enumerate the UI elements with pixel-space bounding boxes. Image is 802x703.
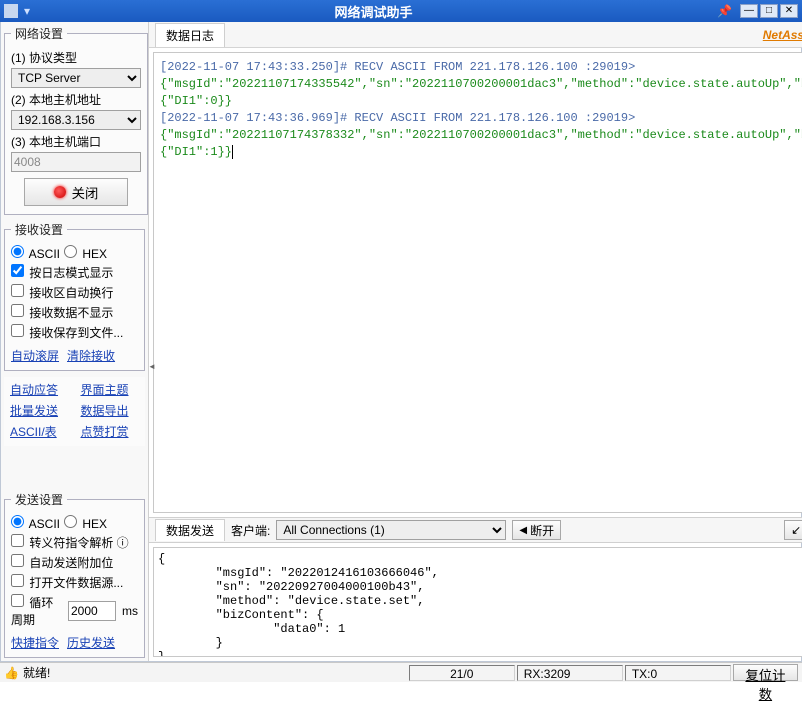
app-icon [4,4,18,18]
client-select[interactable]: All Connections (1) [276,520,506,540]
recv-ascii-radio[interactable]: ASCII [11,245,60,261]
client-label: 客户端: [231,522,270,539]
send-ascii-radio[interactable]: ASCII [11,515,60,531]
recv-logmode-check[interactable]: 按日志模式显示 [11,264,113,281]
port-input[interactable] [11,152,141,172]
recv-hex-radio[interactable]: HEX [64,245,107,261]
status-ready: 就绪! [23,664,50,681]
ascii-table-link[interactable]: ASCII/表 [10,423,69,440]
disconnect-button[interactable]: ◀断开 [512,520,561,540]
toggle-connection-button[interactable]: 关闭 [24,178,128,206]
recv-settings-panel: 接收设置 ASCII HEX 按日志模式显示 接收区自动换行 接收数据不显示 接… [4,221,145,371]
toggle-connection-label: 关闭 [72,183,99,202]
status-dot-icon [54,186,66,198]
status-rx: RX:3209 [517,665,623,681]
history-send-link[interactable]: 历史发送 [67,634,115,651]
protocol-label: (1) 协议类型 [11,49,141,66]
status-ratio: 21/0 [409,665,515,681]
arrow-down-icon: ↙ [791,523,801,537]
quick-cmd-link[interactable]: 快捷指令 [11,634,59,651]
window-title: 网络调试助手 [30,2,717,21]
auto-reply-link[interactable]: 自动应答 [10,381,69,398]
left-panel: 网络设置 (1) 协议类型 TCP Server (2) 本地主机地址 192.… [1,22,149,661]
log-line: [2022-11-07 17:43:36.969]# RECV ASCII FR… [160,111,635,125]
protocol-select[interactable]: TCP Server [11,68,141,88]
pin-icon[interactable]: 📌 [717,4,732,18]
send-settings-panel: 发送设置 ASCII HEX 转义符指令解析 ⓘ 自动发送附加位 打开文件数据源… [4,491,145,658]
network-settings-panel: 网络设置 (1) 协议类型 TCP Server (2) 本地主机地址 192.… [4,25,148,215]
close-button[interactable]: ✕ [780,4,798,18]
send-hex-radio[interactable]: HEX [64,515,107,531]
batch-send-link[interactable]: 批量发送 [10,402,69,419]
tip-link[interactable]: 点赞打赏 [81,423,140,440]
host-label: (2) 本地主机地址 [11,91,141,108]
log-line: {"msgId":"20221107174378332","sn":"20221… [160,128,802,159]
tab-data-log[interactable]: 数据日志 [155,23,225,47]
clear-left-button[interactable]: ↙清除 [784,520,802,540]
status-tx: TX:0 [625,665,731,681]
titlebar: ▾ 网络调试助手 📌 — □ ✕ [0,0,802,22]
minimize-button[interactable]: — [740,4,758,18]
recv-autowrap-check[interactable]: 接收区自动换行 [11,284,113,301]
status-bar: 👍 就绪! 21/0 RX:3209 TX:0 复位计数 [0,662,802,682]
send-cycle-check[interactable]: 循环周期 [11,594,64,628]
network-settings-legend: 网络设置 [11,25,67,42]
cycle-period-input[interactable] [68,601,116,621]
auto-scroll-link[interactable]: 自动滚屏 [11,347,59,364]
thumbs-up-icon: 👍 [4,666,19,680]
tab-data-send[interactable]: 数据发送 [155,519,225,541]
cycle-unit: ms [122,604,138,618]
send-openfile-check[interactable]: 打开文件数据源... [11,574,123,591]
recv-hide-check[interactable]: 接收数据不显示 [11,304,113,321]
send-autoappend-check[interactable]: 自动发送附加位 [11,554,113,571]
recv-savefile-check[interactable]: 接收保存到文件... [11,324,123,341]
send-payload-textarea[interactable] [153,547,802,657]
port-label: (3) 本地主机端口 [11,133,141,150]
commands-panel: 自动应答 界面主题 批量发送 数据导出 ASCII/表 点赞打赏 [4,377,145,446]
send-header: 数据发送 客户端: All Connections (1) ◀断开 ↙清除 ↖清… [149,517,802,543]
recv-settings-legend: 接收设置 [11,221,67,238]
clear-recv-link[interactable]: 清除接收 [67,347,115,364]
reset-counter-button[interactable]: 复位计数 [733,664,798,681]
send-settings-legend: 发送设置 [11,491,67,508]
log-line: [2022-11-07 17:43:33.250]# RECV ASCII FR… [160,60,635,74]
maximize-button[interactable]: □ [760,4,778,18]
send-escape-check[interactable]: 转义符指令解析 ⓘ [11,534,129,551]
brand-version[interactable]: NetAssist V5.0.2 [763,28,802,42]
log-output[interactable]: [2022-11-07 17:43:33.250]# RECV ASCII FR… [153,52,802,513]
log-line: {"msgId":"20221107174335542","sn":"20221… [160,77,802,108]
theme-link[interactable]: 界面主题 [81,381,140,398]
right-panel: 数据日志 NetAssist V5.0.2 ◈ 🔔 [2022-11-07 17… [149,22,802,661]
host-select[interactable]: 192.168.3.156 [11,110,141,130]
chevron-left-icon: ◀ [519,525,527,536]
export-data-link[interactable]: 数据导出 [81,402,140,419]
